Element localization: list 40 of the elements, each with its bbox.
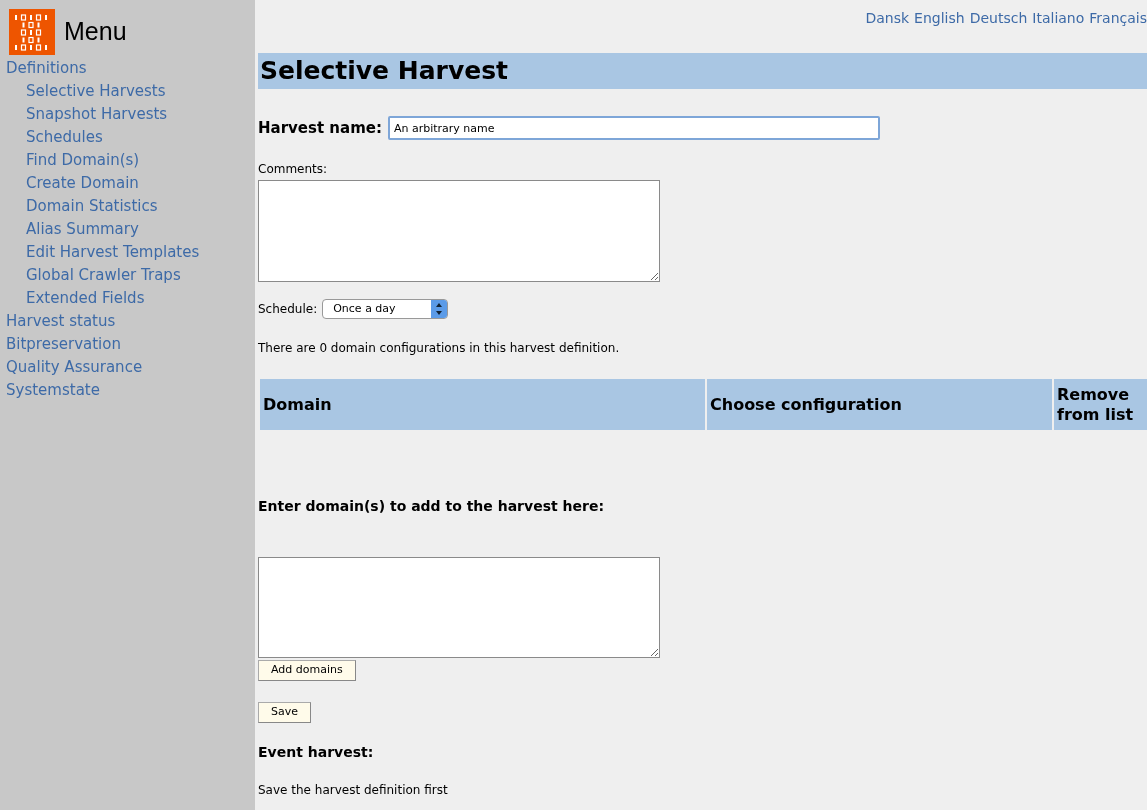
page-title: Selective Harvest — [258, 53, 1147, 89]
sidebar-link[interactable]: Find Domain(s) — [0, 149, 255, 172]
language-link[interactable]: Français — [1089, 8, 1147, 53]
table-header-cell: Domain — [260, 379, 705, 430]
save-button[interactable]: Save — [258, 702, 311, 723]
harvest-name-field[interactable]: An arbitrary name — [387, 116, 880, 140]
language-link[interactable]: Deutsch — [969, 8, 1028, 53]
schedule-label: Schedule: — [258, 301, 318, 318]
table-header-cell: Choose configuration — [707, 379, 1052, 430]
sidebar-link[interactable]: Definitions — [0, 57, 255, 80]
dropdown-arrows-icon — [431, 300, 448, 318]
comments-label: Comments: — [258, 161, 329, 178]
field-label: Harvest name: — [258, 117, 382, 139]
sidebar-link[interactable]: Schedules — [0, 126, 255, 149]
sidebar-link[interactable]: Harvest status — [0, 310, 255, 333]
language-link[interactable]: Dansk — [865, 8, 910, 53]
comments-field[interactable] — [258, 180, 660, 282]
language-link[interactable]: English — [914, 8, 965, 53]
logo-icon — [9, 9, 55, 55]
sidebar-link[interactable]: Bitpreservation — [0, 333, 255, 356]
sidebar-link[interactable]: Create Domain — [0, 172, 255, 195]
sidebar-link[interactable]: Global Crawler Traps — [0, 264, 255, 287]
domains-field[interactable] — [258, 557, 660, 658]
sidebar-link[interactable]: Snapshot Harvests — [0, 103, 255, 126]
sidebar-link[interactable]: Quality Assurance — [0, 356, 255, 379]
sidebar-link[interactable]: Domain Statistics — [0, 195, 255, 218]
sidebar-link[interactable]: Extended Fields — [0, 287, 255, 310]
event-harvest-text: Save the harvest definition first — [258, 782, 449, 799]
language-link[interactable]: Italiano — [1032, 8, 1085, 53]
menu-title: Menu — [64, 16, 127, 48]
event-harvest-heading: Event harvest: — [258, 743, 375, 762]
config-count-text: There are 0 domain configurations in this harvest definition. — [258, 340, 621, 357]
sidebar-link[interactable]: Selective Harvests — [0, 80, 255, 103]
add-domains-heading: Enter domain(s) to add to the harvest here: — [258, 497, 605, 516]
sidebar-link[interactable]: Alias Summary — [0, 218, 255, 241]
sidebar-link[interactable]: Edit Harvest Templates — [0, 241, 255, 264]
table-header-cell: Remove from list — [1054, 379, 1147, 430]
sidebar-link[interactable]: Systemstate — [0, 379, 255, 402]
schedule-dropdown[interactable]: Once a day — [322, 299, 449, 319]
add-domains-button[interactable]: Add domains — [258, 660, 356, 681]
